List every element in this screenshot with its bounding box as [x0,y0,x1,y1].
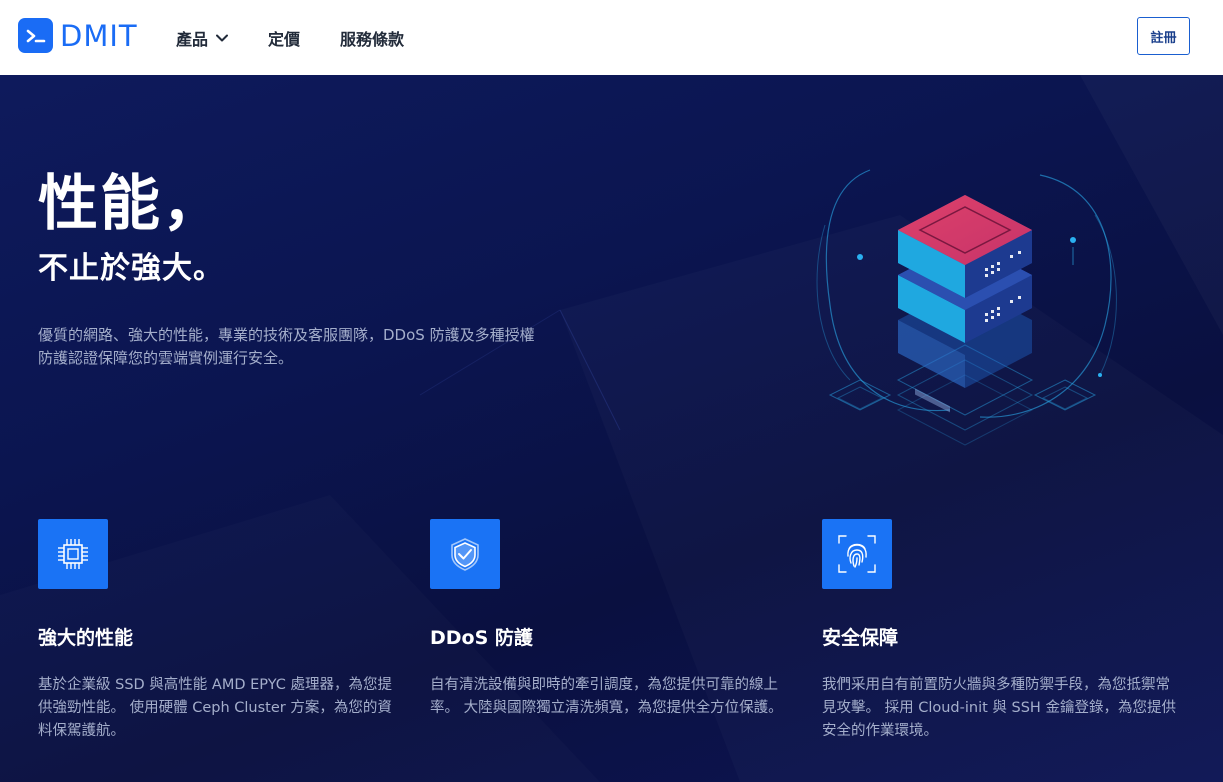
server-stack-illustration [816,169,1117,446]
terminal-prompt-icon [18,18,53,53]
feature-description: 我們采用自有前置防火牆與多種防禦手段，為您抵禦常見攻擊。 採用 Cloud-in… [822,677,1176,739]
nav-pricing-label: 定價 [268,29,301,49]
fingerprint-icon [822,519,892,589]
logo-text: DMIT [60,18,138,53]
nav-products-label: 產品 [176,29,209,49]
feature-ddos: DDoS 防護 自有清洗設備與即時的牽引調度，為您提供可靠的線上率。 大陸與國際… [430,519,790,720]
nav-pricing[interactable]: 定價 [268,26,300,50]
feature-performance: 強大的性能 基於企業級 SSD 與高性能 AMD EPYC 處理器，為您提供強勁… [38,519,398,743]
shield-check-icon [430,519,500,589]
nav-terms-label: 服務條款 [340,29,405,49]
cpu-chip-icon [38,519,108,589]
nav-terms[interactable]: 服務條款 [340,26,404,50]
register-button[interactable]: 註冊 [1137,17,1190,55]
hero-description: 優質的網路、強大的性能，專業的技術及客服團隊，DDoS 防護及多種授權防護認證保… [38,326,535,367]
feature-title: DDoS 防護 [430,627,533,649]
hero-subtitle: 不止於強大。 [38,251,224,286]
hero-title: 性能， [38,169,224,239]
chevron-down-icon [216,34,229,42]
top-navbar: DMIT 產品 定價 服務條款 註冊 [0,0,1223,75]
feature-title: 安全保障 [822,627,899,649]
feature-title: 強大的性能 [38,627,134,649]
feature-description: 基於企業級 SSD 與高性能 AMD EPYC 處理器，為您提供強勁性能。 使用… [38,677,392,739]
feature-description: 自有清洗設備與即時的牽引調度，為您提供可靠的線上率。 大陸與國際獨立清洗頻寬，為… [430,677,783,716]
hero-section: 性能， 不止於強大。 優質的網路、強大的性能，專業的技術及客服團隊，DDoS 防… [0,75,1223,782]
main-nav: 產品 定價 服務條款 [176,0,444,75]
feature-security: 安全保障 我們采用自有前置防火牆與多種防禦手段，為您抵禦常見攻擊。 採用 Clo… [822,519,1182,743]
nav-products[interactable]: 產品 [176,26,229,50]
dmit-logo[interactable]: DMIT [18,18,138,53]
